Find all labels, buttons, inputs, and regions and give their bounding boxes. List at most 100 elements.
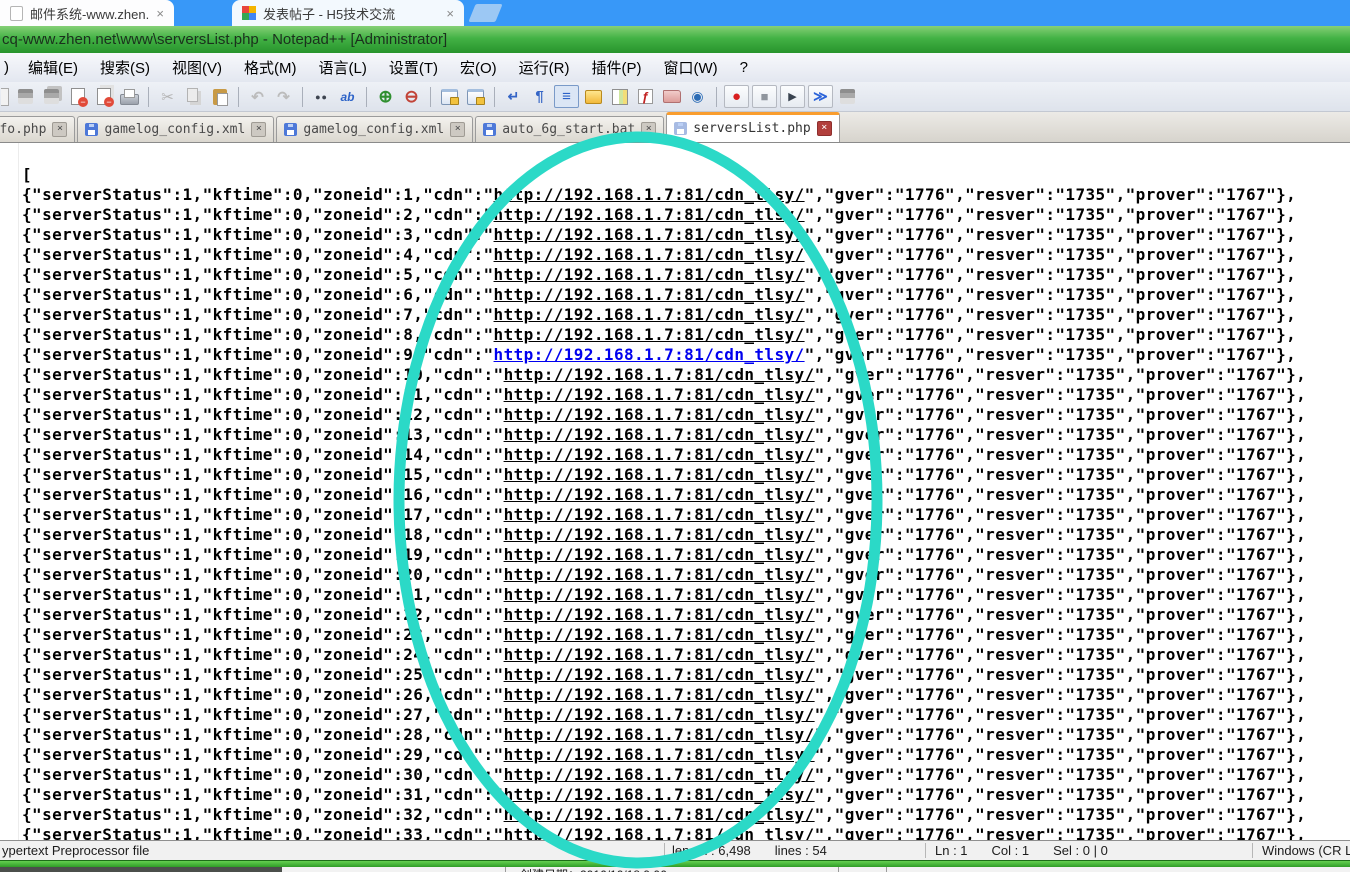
status-eol-format[interactable]: Windows (CR LF) [1262,843,1350,858]
cdn-link[interactable]: http://192.168.1.7:81/cdn_tlsy/ [504,605,815,624]
cdn-link[interactable]: http://192.168.1.7:81/cdn_tlsy/ [494,265,805,284]
show-all-chars-icon[interactable] [554,85,579,108]
menu-item[interactable]: 窗口(W) [653,57,729,78]
sync-h-icon[interactable] [464,86,487,107]
new-clipped-icon[interactable] [0,86,9,107]
menu-item[interactable]: ? [729,59,759,76]
cdn-link[interactable]: http://192.168.1.7:81/cdn_tlsy/ [494,325,805,344]
replace-icon[interactable] [336,86,359,107]
menu-item[interactable]: 编辑(E) [17,57,89,78]
titlebar[interactable]: cq-www.zhen.net\www\serversList.php - No… [0,26,1350,53]
close-icon[interactable]: × [251,122,266,137]
menu-item[interactable]: 宏(O) [449,57,508,78]
menu-item[interactable]: 语言(L) [308,57,378,78]
macro-stop-icon[interactable] [752,85,777,108]
cdn-link[interactable]: http://192.168.1.7:81/cdn_tlsy/ [494,245,805,264]
close-icon[interactable]: × [52,122,67,137]
save-icon[interactable] [14,86,37,107]
cdn-link[interactable]: http://192.168.1.7:81/cdn_tlsy/ [504,585,815,604]
cdn-link[interactable]: http://192.168.1.7:81/cdn_tlsy/ [494,205,805,224]
new-tab-button[interactable] [468,4,502,22]
cdn-link[interactable]: http://192.168.1.7:81/cdn_tlsy/ [494,225,805,244]
cdn-link[interactable]: http://192.168.1.7:81/cdn_tlsy/ [504,645,815,664]
cdn-link[interactable]: http://192.168.1.7:81/cdn_tlsy/ [504,765,815,784]
file-tab-bar: oinfo.php×gamelog_config.xml×gamelog_con… [0,112,1350,143]
cdn-link[interactable]: http://192.168.1.7:81/cdn_tlsy/ [504,665,815,684]
cdn-link[interactable]: http://192.168.1.7:81/cdn_tlsy/ [504,565,815,584]
cdn-link[interactable]: http://192.168.1.7:81/cdn_tlsy/ [504,825,815,840]
status-length: length : 6,498 [672,843,751,858]
browser-tab-forum[interactable]: 发表帖子 - H5技术交流 × [232,0,464,26]
function-list-icon[interactable] [634,86,657,107]
close-icon[interactable]: × [446,7,454,20]
cdn-link[interactable]: http://192.168.1.7:81/cdn_tlsy/ [504,705,815,724]
zoom-out-icon[interactable] [400,86,423,107]
file-tab[interactable]: oinfo.php× [0,116,75,142]
paragraph-icon[interactable] [528,86,551,107]
close-icon[interactable]: × [156,7,164,20]
menu-item[interactable]: ) [2,59,17,76]
user-dialog-icon[interactable] [582,86,605,107]
copy-icon[interactable] [182,86,205,107]
find-icon[interactable] [310,86,333,107]
paste-icon[interactable] [208,86,231,107]
close-icon[interactable]: × [641,122,656,137]
cdn-link[interactable]: http://192.168.1.7:81/cdn_tlsy/ [504,785,815,804]
close-all-icon[interactable] [92,86,115,107]
code-line: [ [22,165,1306,185]
cdn-link[interactable]: http://192.168.1.7:81/cdn_tlsy/ [504,425,815,444]
redo-icon[interactable] [272,86,295,107]
cdn-link[interactable]: http://192.168.1.7:81/cdn_tlsy/ [504,465,815,484]
background-cell-divider [838,867,839,872]
cut-icon[interactable] [156,86,179,107]
menu-item[interactable]: 设置(T) [378,57,449,78]
cdn-link[interactable]: http://192.168.1.7:81/cdn_tlsy/ [494,185,805,204]
cdn-link[interactable]: http://192.168.1.7:81/cdn_tlsy/ [504,505,815,524]
cdn-link[interactable]: http://192.168.1.7:81/cdn_tlsy/ [504,405,815,424]
cdn-link[interactable]: http://192.168.1.7:81/cdn_tlsy/ [494,345,805,364]
file-tab[interactable]: serversList.php× [666,112,839,142]
cdn-link[interactable]: http://192.168.1.7:81/cdn_tlsy/ [504,445,815,464]
cdn-link[interactable]: http://192.168.1.7:81/cdn_tlsy/ [504,725,815,744]
macro-run-icon[interactable] [808,85,833,108]
eye-icon[interactable] [686,86,709,107]
editor-content[interactable]: [{"serverStatus":1,"kftime":0,"zoneid":1… [22,165,1306,840]
zoom-in-icon[interactable] [374,86,397,107]
sync-v-icon[interactable] [438,86,461,107]
file-tab[interactable]: gamelog_config.xml× [77,116,274,142]
cdn-link[interactable]: http://192.168.1.7:81/cdn_tlsy/ [494,305,805,324]
cdn-link[interactable]: http://192.168.1.7:81/cdn_tlsy/ [504,745,815,764]
save-all-icon[interactable] [40,86,63,107]
menu-item[interactable]: 插件(P) [581,57,653,78]
browser-tab-mail[interactable]: 邮件系统-www.zhen.ne × [0,0,174,26]
menu-item[interactable]: 运行(R) [508,57,581,78]
menu-item[interactable]: 视图(V) [161,57,233,78]
close-icon[interactable]: × [817,121,832,136]
close-icon[interactable]: × [450,122,465,137]
code-line: {"serverStatus":1,"kftime":0,"zoneid":4,… [22,245,1306,265]
menu-item[interactable]: 格式(M) [233,57,308,78]
code-line: {"serverStatus":1,"kftime":0,"zoneid":27… [22,705,1306,725]
cdn-link[interactable]: http://192.168.1.7:81/cdn_tlsy/ [504,385,815,404]
cdn-link[interactable]: http://192.168.1.7:81/cdn_tlsy/ [504,625,815,644]
editor[interactable]: [{"serverStatus":1,"kftime":0,"zoneid":1… [0,143,1350,840]
folder-icon[interactable] [660,86,683,107]
file-tab[interactable]: auto_6g_start.bat× [475,116,664,142]
cdn-link[interactable]: http://192.168.1.7:81/cdn_tlsy/ [504,545,815,564]
cdn-link[interactable]: http://192.168.1.7:81/cdn_tlsy/ [494,285,805,304]
menu-item[interactable]: 搜索(S) [89,57,161,78]
close-icon[interactable] [66,86,89,107]
cdn-link[interactable]: http://192.168.1.7:81/cdn_tlsy/ [504,365,815,384]
macro-save-icon[interactable] [836,86,859,107]
macro-play-icon[interactable] [780,85,805,108]
print-icon[interactable] [118,86,141,107]
cdn-link[interactable]: http://192.168.1.7:81/cdn_tlsy/ [504,525,815,544]
word-wrap-icon[interactable] [502,86,525,107]
undo-icon[interactable] [246,86,269,107]
cdn-link[interactable]: http://192.168.1.7:81/cdn_tlsy/ [504,805,815,824]
doc-map-icon[interactable] [608,86,631,107]
macro-record-icon[interactable] [724,85,749,108]
cdn-link[interactable]: http://192.168.1.7:81/cdn_tlsy/ [504,485,815,504]
file-tab[interactable]: gamelog_config.xml× [276,116,473,142]
cdn-link[interactable]: http://192.168.1.7:81/cdn_tlsy/ [504,685,815,704]
